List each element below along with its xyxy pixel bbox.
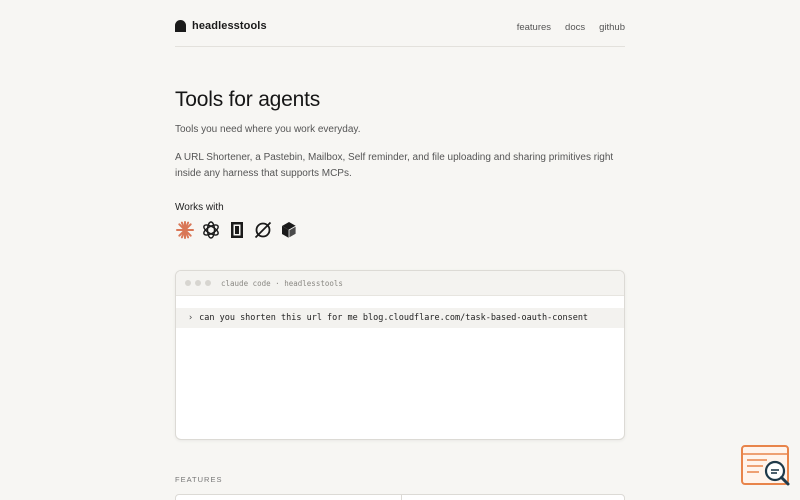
hero-description: A URL Shortener, a Pastebin, Mailbox, Se…: [175, 152, 614, 179]
nav-docs-link[interactable]: docs: [565, 22, 585, 33]
corner-search-badge-icon[interactable]: [741, 445, 793, 489]
page-title: Tools for agents: [175, 88, 321, 111]
integrations-list: [175, 220, 299, 240]
prompt-chevron-icon: ›: [188, 313, 194, 323]
opencode-icon: [253, 220, 273, 240]
terminal-window: claude code · headlesstools › can you sh…: [175, 270, 625, 440]
terminal-prompt-line: › can you shorten this url for me blog.c…: [176, 308, 624, 328]
terminal-title: claude code · headlesstools: [221, 278, 343, 288]
window-dot-icon: [195, 280, 201, 286]
cube-icon: [279, 220, 299, 240]
top-nav: features docs github: [517, 22, 625, 33]
features-grid: [175, 494, 625, 500]
features-section-label: FEATURES: [175, 475, 223, 484]
claude-icon: [175, 220, 195, 240]
window-controls: [185, 280, 211, 286]
nav-github-link[interactable]: github: [599, 22, 625, 33]
brand-link[interactable]: headlesstools: [175, 20, 267, 32]
window-dot-icon: [205, 280, 211, 286]
window-dot-icon: [185, 280, 191, 286]
nav-features-link[interactable]: features: [517, 22, 551, 33]
terminal-command: can you shorten this url for me blog.clo…: [199, 313, 589, 323]
cursor-icon: [227, 220, 247, 240]
hero-subtitle: Tools you need where you work everyday.: [175, 124, 361, 135]
openai-icon: [201, 220, 221, 240]
features-divider: [401, 495, 402, 500]
terminal-titlebar: claude code · headlesstools: [176, 271, 624, 296]
brand-name: headlesstools: [192, 20, 267, 32]
headlesstools-logo-icon: [175, 20, 186, 32]
site-header: headlesstools features docs github: [175, 0, 625, 47]
works-with-label: Works with: [175, 202, 224, 213]
